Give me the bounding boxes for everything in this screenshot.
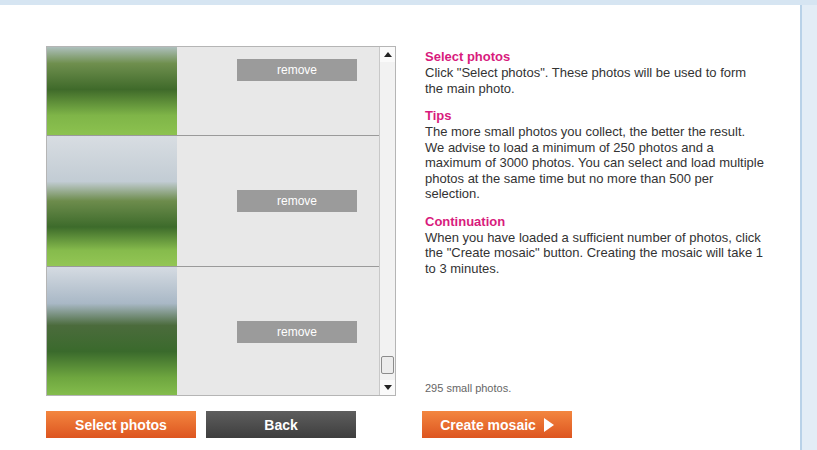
remove-button[interactable]: remove [237,321,357,343]
scroll-track[interactable] [380,62,395,380]
photo-thumbnail [47,136,177,266]
section-heading: Tips [425,108,767,124]
photo-row: remove [47,267,379,395]
photo-row: remove [47,136,379,267]
action-button[interactable]: Select photos [46,411,196,438]
section-text: When you have loaded a sufficient number… [425,230,767,277]
photo-row: remove [47,47,379,136]
action-button[interactable]: Back [206,411,356,438]
window-edge [800,5,817,450]
mosaic-wizard: remove remove remove Select photos Click… [0,0,817,450]
section-heading: Continuation [425,214,767,230]
instructions: Select photos Click "Select photos". The… [422,46,767,396]
down-arrow-icon [384,385,392,390]
scrollbar[interactable] [379,47,395,395]
scroll-down-button[interactable] [380,380,395,395]
left-buttons: Select photos Back [46,411,396,438]
play-arrow-icon [544,418,554,432]
scroll-up-button[interactable] [380,47,395,62]
section-heading: Select photos [425,49,767,65]
up-arrow-icon [384,52,392,57]
photo-list: remove remove remove [46,46,396,396]
photo-thumbnail [47,47,177,135]
create-mosaic-button[interactable]: Create mosaic [422,411,572,438]
scroll-thumb[interactable] [381,356,394,374]
remove-button[interactable]: remove [237,59,357,81]
instruction-section: Tips The more small photos you collect, … [425,108,767,202]
section-text: Click "Select photos". These photos will… [425,65,767,96]
photo-thumbnail [47,267,177,395]
content-panel: remove remove remove Select photos Click… [0,5,800,450]
photo-count: 295 small photos. [425,382,767,396]
instruction-section: Continuation When you have loaded a suff… [425,214,767,277]
remove-button[interactable]: remove [237,190,357,212]
instruction-section: Select photos Click "Select photos". The… [425,49,767,96]
section-text: The more small photos you collect, the b… [425,124,767,202]
